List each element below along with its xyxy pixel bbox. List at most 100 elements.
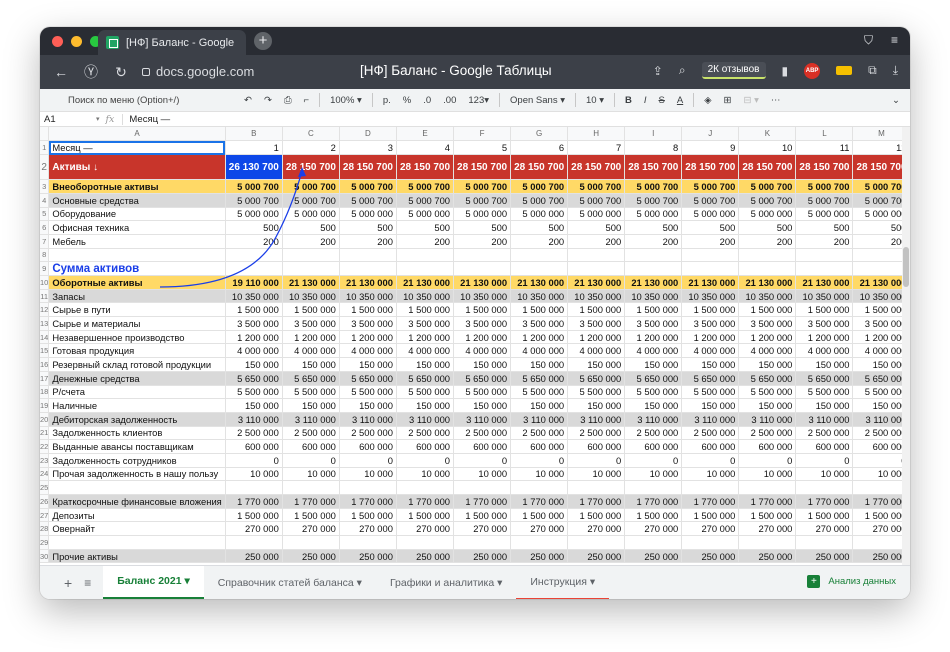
row-number[interactable]: 9 bbox=[40, 261, 50, 276]
value-cell[interactable]: 270 000 bbox=[396, 521, 455, 537]
value-cell[interactable]: 1 200 000 bbox=[510, 330, 569, 345]
value-cell[interactable]: 10 350 000 bbox=[453, 289, 512, 304]
value-cell[interactable]: 150 000 bbox=[795, 398, 854, 413]
value-cell[interactable]: 5 000 000 bbox=[396, 207, 455, 222]
value-cell[interactable] bbox=[339, 535, 397, 550]
value-cell[interactable]: 270 000 bbox=[795, 521, 854, 537]
value-cell[interactable]: 19 110 000 bbox=[225, 275, 283, 290]
value-cell[interactable]: 200 bbox=[795, 234, 854, 249]
menu-icon[interactable]: ≡ bbox=[891, 33, 898, 48]
row-number[interactable]: 21 bbox=[40, 426, 50, 441]
download-icon[interactable]: ⤓ bbox=[893, 63, 898, 78]
value-cell[interactable]: 1 200 000 bbox=[225, 330, 283, 345]
row-number[interactable]: 2 bbox=[40, 154, 50, 181]
value-cell[interactable]: 5 500 000 bbox=[681, 385, 740, 400]
row-number[interactable]: 29 bbox=[40, 535, 50, 550]
column-header[interactable]: M bbox=[852, 127, 902, 142]
value-cell[interactable] bbox=[225, 480, 283, 495]
value-cell[interactable]: 1 500 000 bbox=[282, 302, 340, 318]
row-number[interactable]: 16 bbox=[40, 357, 50, 372]
row-number[interactable]: 5 bbox=[40, 207, 50, 222]
value-cell[interactable] bbox=[282, 248, 340, 263]
value-cell[interactable]: 150 000 bbox=[510, 398, 569, 413]
value-cell[interactable]: 1 200 000 bbox=[453, 330, 512, 345]
value-cell[interactable]: 5 000 700 bbox=[681, 193, 740, 208]
value-cell[interactable]: 10 350 000 bbox=[852, 289, 902, 304]
value-cell[interactable] bbox=[396, 480, 455, 495]
value-cell[interactable]: 200 bbox=[453, 234, 512, 249]
value-cell[interactable]: 200 bbox=[567, 234, 626, 249]
value-cell[interactable]: 1 500 000 bbox=[624, 302, 683, 318]
value-cell[interactable]: 5 000 700 bbox=[624, 179, 683, 194]
value-cell[interactable]: 2 500 000 bbox=[738, 426, 797, 441]
value-cell[interactable] bbox=[624, 248, 683, 263]
row-label-cell[interactable]: Овернайт bbox=[48, 521, 226, 537]
value-cell[interactable] bbox=[339, 261, 397, 276]
value-cell[interactable] bbox=[567, 261, 626, 276]
text-color-button[interactable]: A bbox=[677, 95, 683, 106]
row-number[interactable]: 25 bbox=[40, 480, 50, 495]
value-cell[interactable]: 200 bbox=[225, 234, 283, 249]
row-number[interactable]: 13 bbox=[40, 316, 50, 331]
value-cell[interactable]: 10 000 bbox=[852, 467, 902, 482]
value-cell[interactable]: 150 000 bbox=[339, 357, 397, 372]
value-cell[interactable]: 1 500 000 bbox=[396, 508, 455, 523]
value-cell[interactable]: 1 770 000 bbox=[396, 494, 455, 509]
value-cell[interactable] bbox=[453, 261, 512, 276]
font-size-select[interactable]: 10 ▾ bbox=[586, 95, 604, 106]
value-cell[interactable]: 600 000 bbox=[282, 439, 340, 454]
value-cell[interactable] bbox=[795, 480, 854, 495]
value-cell[interactable]: 5 000 700 bbox=[510, 179, 569, 194]
row-label-cell[interactable]: Запасы bbox=[48, 289, 226, 304]
value-cell[interactable]: 21 130 000 bbox=[510, 275, 569, 290]
value-cell[interactable]: 0 bbox=[852, 453, 902, 468]
value-cell[interactable]: 4 000 000 bbox=[852, 343, 902, 359]
value-cell[interactable]: 10 000 bbox=[510, 467, 569, 482]
column-header[interactable]: G bbox=[510, 127, 569, 142]
row-label-cell[interactable]: Дебиторская задолженность bbox=[48, 412, 226, 427]
value-cell[interactable]: 2 500 000 bbox=[681, 426, 740, 441]
value-cell[interactable]: 1 770 000 bbox=[510, 494, 569, 509]
value-cell[interactable]: 1 200 000 bbox=[852, 330, 902, 345]
value-cell[interactable] bbox=[282, 261, 340, 276]
value-cell[interactable]: 270 000 bbox=[453, 521, 512, 537]
value-cell[interactable]: 5 000 700 bbox=[852, 179, 902, 194]
row-number[interactable]: 19 bbox=[40, 398, 50, 413]
value-cell[interactable]: 10 350 000 bbox=[396, 289, 455, 304]
value-cell[interactable]: 600 000 bbox=[738, 439, 797, 454]
row-number[interactable]: 20 bbox=[40, 412, 50, 427]
value-cell[interactable]: 200 bbox=[852, 234, 902, 249]
value-cell[interactable]: 5 000 700 bbox=[852, 193, 902, 208]
row-number[interactable]: 15 bbox=[40, 343, 50, 359]
value-cell[interactable]: 3 500 000 bbox=[396, 316, 455, 331]
value-cell[interactable]: 5 000 700 bbox=[738, 193, 797, 208]
value-cell[interactable]: 4 000 000 bbox=[738, 343, 797, 359]
adblock-icon[interactable]: ABP bbox=[804, 62, 821, 79]
value-cell[interactable]: 0 bbox=[396, 453, 455, 468]
value-cell[interactable]: 10 350 000 bbox=[624, 289, 683, 304]
row-label-cell[interactable]: Активы ↓ bbox=[48, 154, 226, 181]
value-cell[interactable]: 2 500 000 bbox=[453, 426, 512, 441]
value-cell[interactable] bbox=[510, 535, 569, 550]
value-cell[interactable]: 150 000 bbox=[681, 357, 740, 372]
value-cell[interactable]: 500 bbox=[282, 220, 340, 235]
menu-search-input[interactable]: Поиск по меню (Option+/) bbox=[68, 95, 238, 106]
column-header[interactable]: J bbox=[681, 127, 740, 142]
value-cell[interactable]: 5 500 000 bbox=[852, 385, 902, 400]
value-cell[interactable]: 5 650 000 bbox=[795, 371, 854, 386]
value-cell[interactable]: 2 500 000 bbox=[339, 426, 397, 441]
value-cell[interactable]: 4 000 000 bbox=[624, 343, 683, 359]
value-cell[interactable]: 150 000 bbox=[795, 357, 854, 372]
value-cell[interactable]: 150 000 bbox=[453, 398, 512, 413]
value-cell[interactable]: 8 bbox=[624, 140, 683, 156]
value-cell[interactable]: 10 000 bbox=[795, 467, 854, 482]
column-header[interactable]: D bbox=[339, 127, 397, 142]
value-cell[interactable] bbox=[396, 261, 455, 276]
value-cell[interactable]: 1 770 000 bbox=[567, 494, 626, 509]
value-cell[interactable]: 4 000 000 bbox=[681, 343, 740, 359]
value-cell[interactable]: 5 000 700 bbox=[339, 179, 397, 194]
row-number[interactable]: 4 bbox=[40, 193, 50, 208]
value-cell[interactable]: 5 650 000 bbox=[738, 371, 797, 386]
value-cell[interactable]: 1 500 000 bbox=[510, 508, 569, 523]
value-cell[interactable]: 10 000 bbox=[681, 467, 740, 482]
